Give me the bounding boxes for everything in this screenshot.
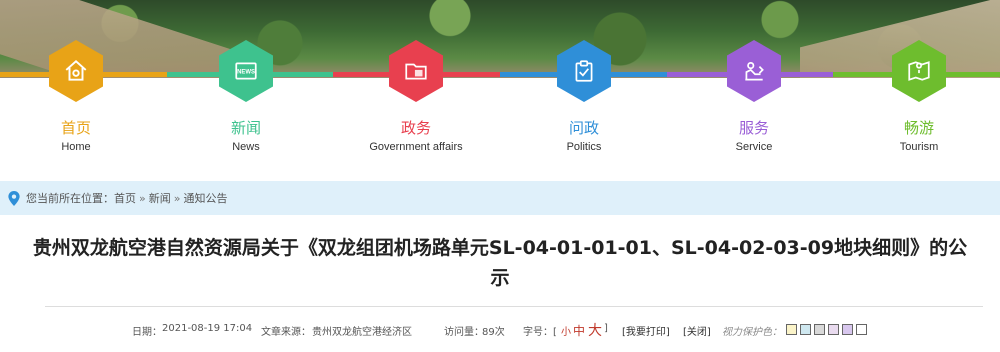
nav-label-en: Government affairs — [369, 141, 463, 153]
nav-label-en: Service — [735, 141, 773, 153]
close-button[interactable]: [关闭] — [683, 323, 711, 338]
font-size-small-button[interactable]: 小 — [561, 323, 571, 338]
main-nav: 首页 Home NEWS 新闻 News 政务 Government affai… — [0, 40, 1000, 170]
eye-color-swatch-pink[interactable] — [828, 324, 839, 335]
news-icon: NEWS — [235, 62, 257, 80]
breadcrumb: 您当前所在位置： 首页 » 新闻 » 通知公告 — [0, 181, 1000, 215]
article-source: 贵州双龙航空港经济区 — [312, 327, 412, 338]
font-size-medium-button[interactable]: 中 — [573, 322, 585, 339]
nav-label-cn: 首页 — [60, 119, 91, 137]
eye-color-swatch-blue[interactable] — [800, 324, 811, 335]
eye-color-swatch-purple[interactable] — [842, 324, 853, 335]
nav-label-cn: 畅游 — [903, 119, 934, 137]
breadcrumb-prefix: 您当前所在位置： — [26, 192, 114, 205]
print-button[interactable]: [我要打印] — [622, 323, 670, 338]
article-title: 贵州双龙航空港自然资源局关于《双龙组团机场路单元SL-04-01-01-01、S… — [12, 233, 988, 293]
font-size-label: 字号：[ — [523, 327, 557, 338]
title-divider — [45, 306, 983, 307]
nav-label-en: Politics — [566, 141, 602, 153]
view-count: 89次 — [482, 327, 505, 338]
nav-label-en: News — [232, 141, 260, 153]
nav-item-service[interactable]: 服务 Service — [689, 40, 819, 154]
eye-care-label: 视力保护色： — [722, 327, 782, 338]
nav-label-en: Home — [61, 141, 91, 153]
nav-item-news[interactable]: NEWS 新闻 News — [181, 40, 311, 154]
publish-date: 2021-08-19 17:04 — [162, 323, 253, 334]
clipboard-icon — [575, 60, 593, 82]
nav-item-politics[interactable]: 问政 Politics — [519, 40, 649, 154]
nav-label-en: Tourism — [899, 141, 939, 153]
article-meta-bar: 日期： 2021-08-19 17:04 文章来源： 贵州双龙航空港经济区 访问… — [0, 320, 1000, 340]
source-label: 文章来源： — [261, 327, 311, 338]
font-size-large-button[interactable]: 大 — [588, 320, 602, 340]
breadcrumb-separator: » — [173, 191, 181, 205]
eye-color-swatch-gray[interactable] — [814, 324, 825, 335]
views-label: 访问量： — [444, 327, 484, 338]
article-title-line1: 贵州双龙航空港自然资源局关于《双龙组团机场路单元SL-04-01-01-01、S… — [32, 237, 968, 259]
date-label: 日期： — [132, 327, 162, 338]
map-icon — [908, 61, 930, 81]
eye-color-swatch-white[interactable] — [856, 324, 867, 335]
service-icon — [745, 62, 764, 81]
nav-item-tourism[interactable]: 畅游 Tourism — [854, 40, 984, 154]
nav-label-cn: 问政 — [568, 119, 599, 137]
nav-item-government[interactable]: 政务 Government affairs — [351, 40, 481, 154]
nav-label-cn: 新闻 — [230, 119, 261, 137]
folder-icon — [405, 63, 427, 80]
eye-color-swatch-yellow[interactable] — [786, 324, 797, 335]
home-icon — [65, 59, 87, 81]
breadcrumb-news-link[interactable]: 新闻 — [149, 190, 171, 206]
breadcrumb-separator: » — [139, 191, 146, 205]
article-title-line2: 示 — [490, 267, 510, 289]
svg-text:NEWS: NEWS — [237, 70, 255, 76]
nav-label-cn: 政务 — [400, 119, 431, 137]
font-size-bracket-end: ] — [604, 323, 608, 334]
breadcrumb-home-link[interactable]: 首页 — [114, 190, 136, 206]
location-pin-icon — [8, 190, 20, 206]
nav-item-home[interactable]: 首页 Home — [11, 40, 141, 154]
breadcrumb-notice-link[interactable]: 通知公告 — [183, 190, 227, 206]
nav-label-cn: 服务 — [738, 119, 769, 137]
